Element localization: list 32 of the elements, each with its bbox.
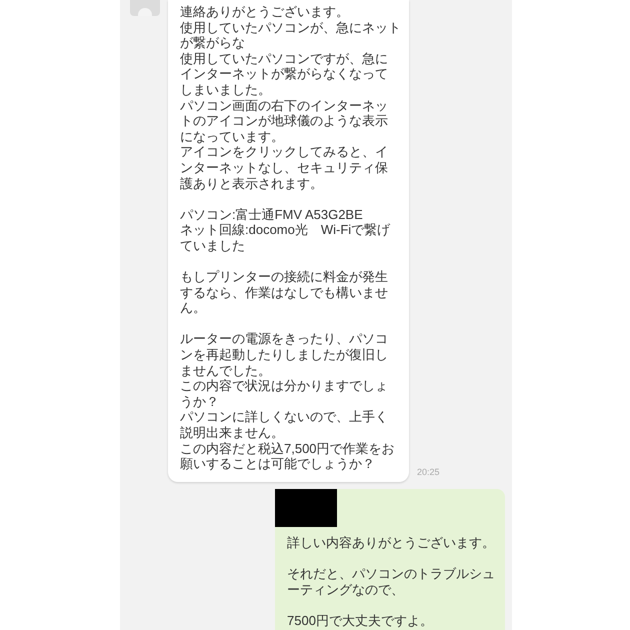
message-line: それだと、パソコンのトラブルシュ — [287, 566, 495, 582]
message-line: ンを再起動したりしましたが復旧し — [180, 347, 388, 363]
message-line: 7500円で大丈夫ですよ。 — [287, 612, 433, 628]
message-line: 使用していたパソコンですが、急に — [180, 50, 388, 66]
message-line: トのアイコンが地球儀のような表示 — [180, 113, 388, 129]
message-line: 願いすることは可能でしょうか？ — [180, 456, 375, 472]
message-line: するなら、作業はなしでも構いませ — [180, 284, 388, 300]
message-line: ネット回線:docomo光 Wi-Fiで繋げ — [180, 222, 390, 238]
message-line: ん。 — [180, 300, 206, 316]
message-line: しまいました。 — [180, 82, 271, 98]
message-line: ーティングなので、 — [287, 582, 404, 598]
message-line: うか？ — [180, 394, 219, 410]
message-line: 使用していたパソコンが、急にネット — [180, 20, 401, 36]
message-line: パソコン:富士通FMV A53G2BE — [180, 206, 363, 222]
message-line: 護ありと表示されます。 — [180, 176, 323, 192]
message-line: ルーターの電源をきったり、パソコ — [180, 331, 388, 348]
message-line: が繋がらな — [180, 35, 245, 51]
message-line: ませんでした。 — [180, 362, 271, 378]
message-line: ンターネットなし、セキュリティ保 — [180, 160, 388, 176]
message-line: 詳しい内容ありがとうございます。 — [287, 534, 495, 550]
message-line: アイコンをクリックしてみると、イ — [180, 144, 388, 160]
message-line: パソコンに詳しくないので、上手く — [180, 409, 388, 426]
message-line: インターネットが繋がらなくなって — [180, 66, 388, 82]
message-line: ていました — [180, 238, 245, 254]
message-line: この内容で状況は分かりますでしょ — [180, 378, 388, 394]
message-line: パソコン画面の右下のインターネッ — [180, 98, 388, 114]
message-line: 説明出来ません。 — [180, 425, 284, 441]
message-line: になっています。 — [180, 128, 284, 144]
message-line: 連絡ありがとうございます。 — [180, 4, 349, 20]
message-time: 20:25 — [417, 466, 440, 480]
message-line: この内容だと税込7,500円で作業をお — [180, 440, 395, 456]
message-line: もしプリンターの接続に料金が発生 — [180, 269, 388, 285]
